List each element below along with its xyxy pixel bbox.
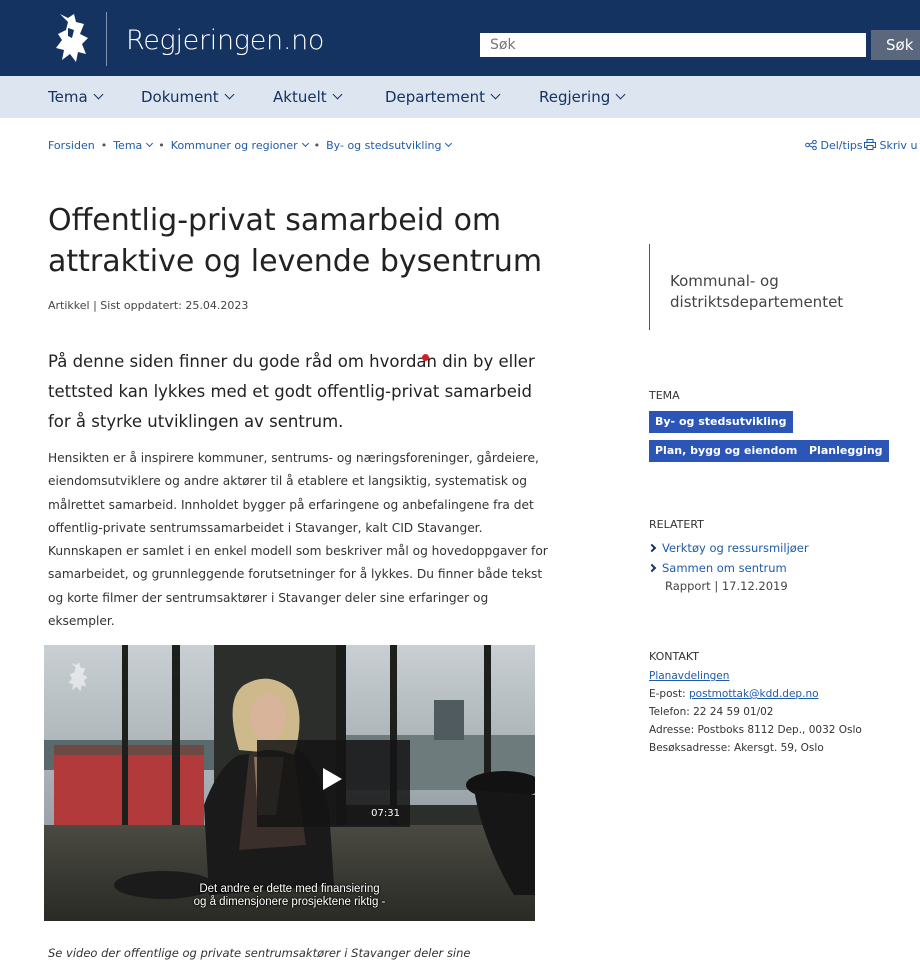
- chevron-down-icon: [301, 139, 309, 148]
- contact-phone: Telefon: 22 24 59 01/02: [649, 706, 774, 718]
- kontakt-heading: KONTAKT: [649, 650, 699, 663]
- relatert-heading: RELATERT: [649, 518, 704, 531]
- video-duration: 07:31: [371, 808, 400, 819]
- related-link-verktoy[interactable]: Verktøy og ressursmiljøer: [647, 541, 809, 555]
- main-navigation: Tema Dokument Aktuelt Departement Regjer…: [0, 76, 920, 118]
- tema-heading: TEMA: [649, 389, 680, 402]
- chevron-down-icon: [615, 89, 626, 100]
- chevron-down-icon: [445, 139, 453, 148]
- chevron-down-icon: [146, 139, 154, 148]
- breadcrumb-separator: •: [158, 139, 165, 152]
- nav-item-departement[interactable]: Departement: [385, 88, 501, 106]
- play-icon: [323, 768, 342, 790]
- article-body: Hensikten er å inspirere kommuner, sentr…: [48, 451, 548, 629]
- breadcrumb-separator: •: [313, 139, 321, 152]
- search-input[interactable]: [480, 33, 866, 57]
- contact-name-link[interactable]: Planavdelingen: [649, 670, 729, 682]
- nav-item-dokument[interactable]: Dokument: [141, 88, 235, 106]
- video-caption: Se video der offentlige og private sentr…: [48, 946, 471, 960]
- play-button[interactable]: 07:31: [257, 740, 410, 827]
- search-button[interactable]: Søk: [871, 30, 920, 60]
- contact-address: Adresse: Postboks 8112 Dep., 0032 Oslo: [649, 724, 862, 736]
- top-header: Regjeringen.no Søk: [0, 0, 920, 76]
- share-link[interactable]: Del/tips: [805, 139, 863, 152]
- related-link-sammen-om-sentrum[interactable]: Sammen om sentrum: [647, 561, 787, 575]
- video-player[interactable]: 07:31 Det andre er dette med finansierin…: [44, 645, 535, 921]
- article-meta: Artikkel | Sist oppdatert: 25.04.2023: [48, 299, 249, 312]
- department-border: [649, 244, 650, 330]
- video-subtitles: Det andre er dette med finansiering og å…: [193, 883, 386, 908]
- share-icon: [805, 139, 817, 151]
- chevron-right-icon: [647, 563, 657, 573]
- page-title: Offentlig-privat samarbeid om attraktive…: [48, 203, 543, 279]
- chevron-down-icon: [490, 89, 501, 100]
- nav-item-tema[interactable]: Tema: [48, 88, 104, 106]
- print-link[interactable]: Skriv u: [864, 139, 917, 152]
- breadcrumb-item-tema[interactable]: Tema: [113, 139, 154, 152]
- breadcrumb-item-kommuner[interactable]: Kommuner og regioner: [171, 139, 309, 152]
- breadcrumb: Forsiden • Tema • Kommuner og regioner • By- o…: [48, 139, 453, 152]
- breadcrumb-separator: •: [100, 139, 108, 152]
- tag-plan-bygg-og-eiendom[interactable]: Plan, bygg og eiendom: [649, 440, 804, 462]
- tag-planlegging[interactable]: Planlegging: [803, 440, 889, 462]
- nav-item-aktuelt[interactable]: Aktuelt: [273, 88, 343, 106]
- chevron-down-icon: [93, 89, 104, 100]
- chevron-right-icon: [647, 543, 657, 553]
- chevron-down-icon: [224, 89, 235, 100]
- logo-divider: [106, 12, 107, 66]
- email-link[interactable]: postmottak@kdd.dep.no: [689, 688, 819, 700]
- department-name[interactable]: Kommunal- og distriktsdepartementet: [670, 271, 890, 313]
- cursor-marker: [422, 354, 429, 361]
- breadcrumb-item-forsiden[interactable]: Forsiden: [48, 139, 95, 152]
- printer-icon: [864, 139, 876, 150]
- contact-email: E-post: postmottak@kdd.dep.no: [649, 688, 819, 700]
- coat-of-arms-watermark-icon: [68, 662, 88, 692]
- article-lead: På denne siden finner du gode råd om hvo…: [48, 352, 535, 431]
- chevron-down-icon: [332, 89, 343, 100]
- related-meta: Rapport | 17.12.2019: [665, 579, 788, 593]
- coat-of-arms-logo[interactable]: [50, 8, 94, 68]
- contact-visit-address: Besøksadresse: Akersgt. 59, Oslo: [649, 742, 824, 754]
- site-title[interactable]: Regjeringen.no: [126, 25, 324, 56]
- nav-item-regjering[interactable]: Regjering: [539, 88, 626, 106]
- tag-by-og-stedsutvikling[interactable]: By- og stedsutvikling: [649, 411, 793, 433]
- breadcrumb-item-by-og-stedsutvikling[interactable]: By- og stedsutvikling: [326, 139, 453, 152]
